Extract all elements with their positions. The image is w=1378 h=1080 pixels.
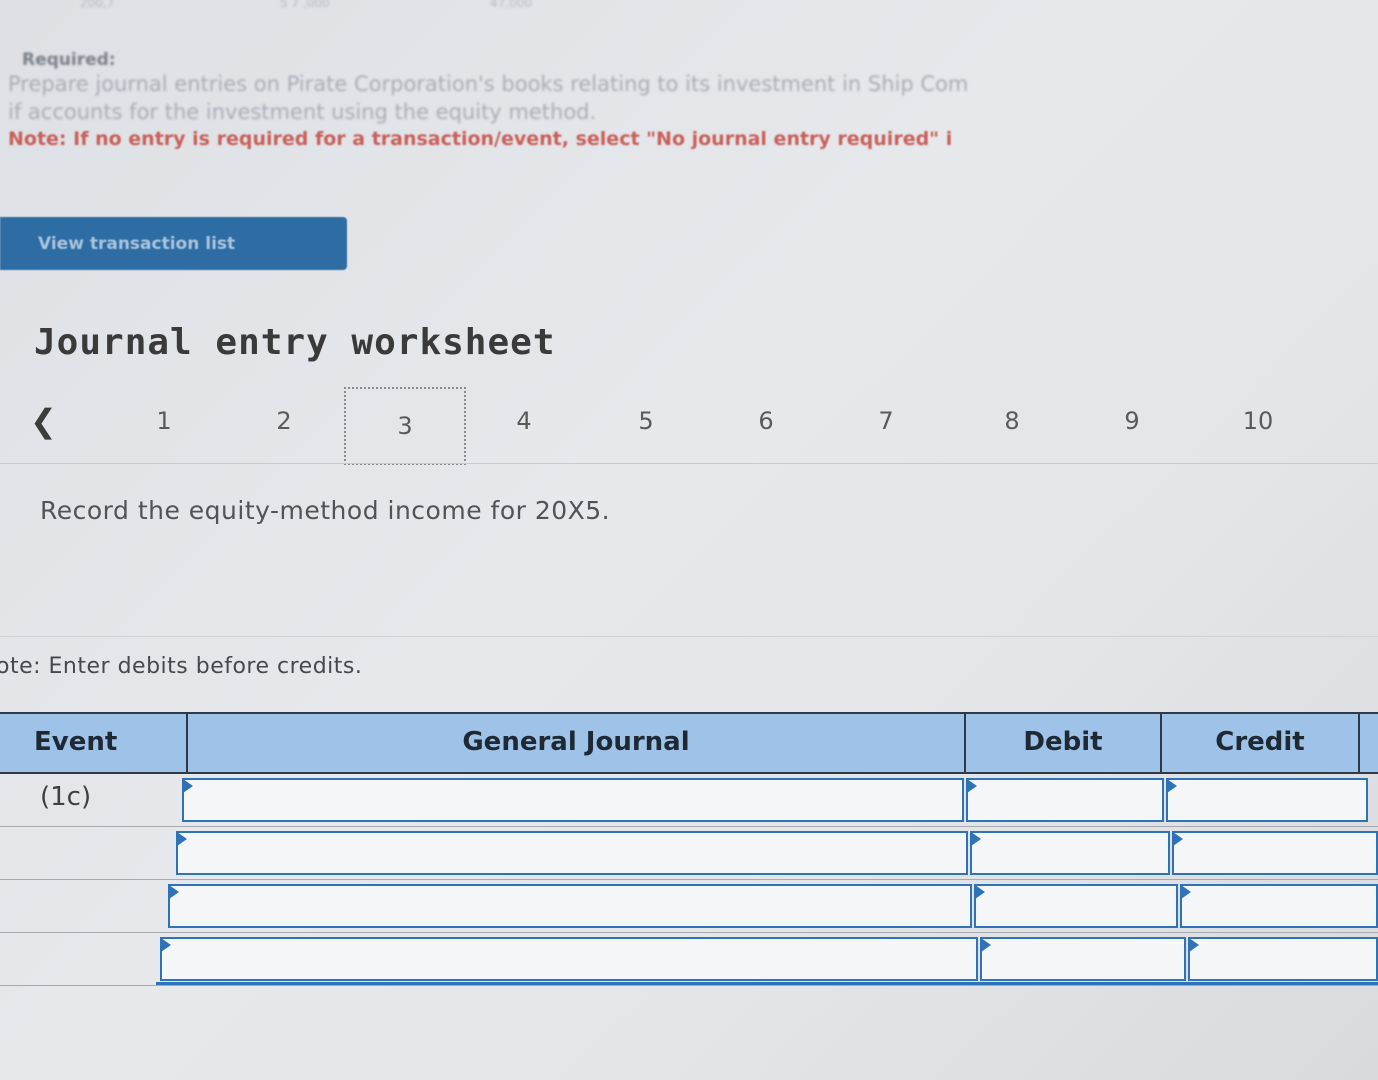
required-note: Note: If no entry is required for a tran…	[8, 128, 953, 150]
credit-input[interactable]	[1166, 778, 1368, 822]
step-3[interactable]: 3	[344, 387, 466, 465]
faded-header-values: 200,7 5 7 ,000 47,000	[80, 0, 600, 14]
account-select[interactable]	[176, 831, 968, 875]
step-5[interactable]: 5	[616, 407, 676, 435]
step-1[interactable]: 1	[134, 407, 194, 435]
step-9[interactable]: 9	[1102, 407, 1162, 435]
required-title: Required:	[22, 50, 116, 70]
header-credit: Credit	[1160, 714, 1360, 772]
account-select[interactable]	[160, 937, 978, 981]
view-transaction-list-button[interactable]: View transaction list	[0, 217, 347, 270]
header-event: Event	[34, 727, 118, 757]
debit-input[interactable]	[966, 778, 1164, 822]
step-navigation: ❮ 1 2 3 4 5 6 7 8 9 10	[0, 385, 1378, 465]
debit-input[interactable]	[980, 937, 1186, 981]
debit-input[interactable]	[970, 831, 1170, 875]
step-instruction: Record the equity-method income for 20X5…	[40, 496, 611, 525]
journal-row	[0, 933, 1378, 986]
step-7[interactable]: 7	[856, 407, 916, 435]
journal-row: (1c)	[0, 774, 1378, 827]
debit-input[interactable]	[974, 884, 1178, 928]
step-8[interactable]: 8	[982, 407, 1042, 435]
journal-row	[0, 880, 1378, 933]
step-4[interactable]: 4	[494, 407, 554, 435]
header-debit: Debit	[964, 714, 1160, 772]
faded-value: 5 7 ,000	[280, 0, 330, 10]
journal-row	[0, 827, 1378, 880]
account-select[interactable]	[182, 778, 964, 822]
event-label: (1c)	[40, 782, 92, 812]
required-text-line: Prepare journal entries on Pirate Corpor…	[8, 72, 969, 96]
chevron-left-icon[interactable]: ❮	[30, 405, 57, 437]
credit-input[interactable]	[1188, 937, 1378, 981]
step-6[interactable]: 6	[736, 407, 796, 435]
table-bottom-border	[156, 982, 1378, 985]
required-text-line: if accounts for the investment using the…	[8, 100, 597, 124]
required-instructions: Required: Prepare journal entries on Pir…	[8, 50, 1378, 152]
divider	[0, 636, 1378, 637]
divider	[0, 463, 1378, 464]
journal-table: Event General Journal Debit Credit (1c)	[0, 712, 1378, 986]
faded-value: 47,000	[490, 0, 532, 10]
credit-input[interactable]	[1172, 831, 1378, 875]
account-select[interactable]	[168, 884, 972, 928]
step-2[interactable]: 2	[254, 407, 314, 435]
worksheet-title: Journal entry worksheet	[34, 322, 556, 363]
credit-input[interactable]	[1180, 884, 1378, 928]
header-general-journal: General Journal	[186, 714, 964, 772]
faded-value: 200,7	[80, 0, 115, 10]
step-10[interactable]: 10	[1228, 407, 1288, 435]
journal-header-row: Event General Journal Debit Credit	[0, 712, 1378, 774]
entry-note: ote: Enter debits before credits.	[0, 654, 363, 679]
